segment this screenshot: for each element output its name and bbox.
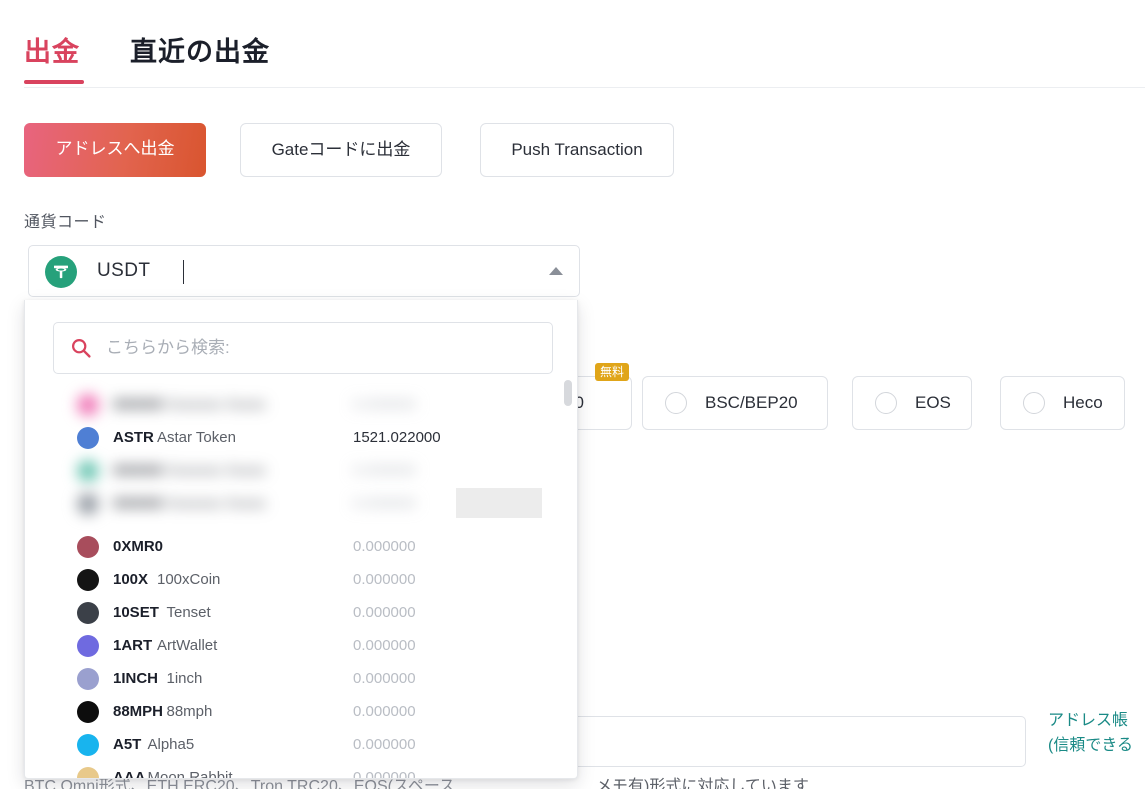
token-icon [77, 459, 99, 482]
address-book-link[interactable]: アドレス帳 (信頼できる [1048, 708, 1145, 758]
currency-list-item[interactable]: XXXXX Xxxxxxx Xxxxx 0.000000 [25, 454, 577, 487]
currency-search-input[interactable] [104, 323, 544, 373]
currency-balance: 0.000000 [353, 538, 416, 555]
search-icon [70, 337, 92, 364]
currency-name: ArtWallet [157, 637, 218, 654]
currency-name: 100xCoin [157, 571, 221, 588]
currency-symbol: 100X [113, 571, 149, 588]
withdraw-to-gatecode-button[interactable]: Gateコードに出金 [240, 123, 442, 177]
currency-symbol: 1INCH [113, 670, 159, 687]
active-tab-indicator [24, 80, 84, 84]
currency-select[interactable]: USDT [28, 245, 580, 297]
redaction-block [456, 488, 542, 518]
currency-list[interactable]: XXXXX Xxxxxxx Xxxxx 0.000000 ASTR Astar Toke… [25, 388, 577, 779]
currency-list-item[interactable]: A5T Alpha5 0.000000 [25, 728, 577, 761]
currency-symbol: XXXXX [113, 396, 164, 413]
currency-symbol: A5T [113, 736, 142, 753]
currency-symbol: XXXXX [113, 462, 164, 479]
network-option-partial[interactable]: 無料 20 [565, 363, 632, 430]
currency-list-item[interactable]: 1INCH 1inch 0.000000 [25, 662, 577, 695]
network-option-bsc-bep20-label: BSC/BEP20 [705, 393, 798, 412]
currency-balance: 0.000000 [353, 396, 416, 413]
address-book-link-line1: アドレス帳 [1048, 712, 1129, 729]
token-icon [77, 766, 99, 778]
currency-symbol: AAA [113, 769, 146, 779]
network-option-heco-label: Heco [1063, 393, 1103, 412]
free-badge: 無料 [595, 363, 630, 381]
currency-search-box[interactable] [53, 322, 553, 374]
currency-name: Moon Rabbit [147, 769, 233, 779]
tabbar-divider [24, 87, 1145, 88]
currency-list-item[interactable]: XXXXX Xxxxxxx Xxxxx 0.000000 [25, 388, 577, 421]
currency-list-item[interactable]: 1ART ArtWallet 0.000000 [25, 629, 577, 662]
token-icon [77, 601, 99, 624]
currency-name: Alpha5 [147, 736, 195, 753]
withdraw-page: 出金 直近の出金 アドレスへ出金 Gateコードに出金 Push Transac… [0, 0, 1145, 789]
withdraw-to-address-button[interactable]: アドレスへ出金 [24, 123, 206, 177]
currency-balance: 0.000000 [353, 736, 416, 753]
token-icon [77, 492, 99, 515]
tab-recent-withdrawals[interactable]: 直近の出金 [130, 30, 270, 74]
tab-withdraw[interactable]: 出金 [24, 30, 80, 74]
currency-symbol: 88MPH [113, 703, 164, 720]
currency-list-item[interactable]: 10SET Tenset 0.000000 [25, 596, 577, 629]
currency-name: Xxxxxxx Xxxxx [166, 396, 266, 413]
text-cursor [183, 260, 184, 284]
currency-symbol: ASTR [113, 429, 154, 446]
dropdown-scrollbar-thumb[interactable] [564, 380, 572, 406]
currency-balance: 0.000000 [353, 604, 416, 621]
network-option-eos[interactable]: EOS [852, 376, 972, 430]
network-option-eos-label: EOS [915, 393, 951, 412]
radio-icon [1023, 392, 1045, 414]
currency-symbol: 0XMR0 [113, 538, 164, 555]
network-option-heco[interactable]: Heco [1000, 376, 1125, 430]
currency-balance: 0.000000 [353, 703, 416, 720]
currency-list-item[interactable]: 100X 100xCoin 0.000000 [25, 563, 577, 596]
currency-name: Xxxxxxx Xxxxx [166, 495, 266, 512]
token-icon [77, 535, 99, 558]
network-option-bsc-bep20[interactable]: BSC/BEP20 [642, 376, 828, 430]
currency-name: Xxxxxxx Xxxxx [166, 462, 266, 479]
currency-balance: 0.000000 [353, 670, 416, 687]
currency-code-label: 通貨コード [24, 214, 107, 231]
radio-icon [875, 392, 897, 414]
token-icon [77, 393, 99, 416]
token-icon [77, 733, 99, 756]
currency-list-item[interactable]: 88MPH 88mph 0.000000 [25, 695, 577, 728]
currency-list-item[interactable]: ASTR Astar Token 1521.022000 [25, 421, 577, 454]
chevron-up-icon[interactable] [549, 267, 563, 275]
currency-balance: 0.000000 [353, 462, 416, 479]
token-icon [77, 426, 99, 449]
currency-symbol: 1ART [113, 637, 153, 654]
dropdown-scrollbar-track[interactable] [564, 380, 572, 775]
currency-name: 88mph [166, 703, 213, 720]
currency-balance: 0.000000 [353, 571, 416, 588]
address-format-hint-right: メモ有)形式に対応しています [596, 778, 809, 789]
token-icon [77, 634, 99, 657]
currency-dropdown-panel: XXXXXXxxxxxx Xxxxx0.000000ASTRAstar Toke… [24, 300, 578, 779]
currency-list-item[interactable]: 0XMR0 0.000000 [25, 530, 577, 563]
token-icon [77, 568, 99, 591]
address-input[interactable] [560, 716, 1026, 767]
currency-select-value: USDT [97, 260, 151, 281]
currency-symbol: XXXXX [113, 495, 164, 512]
token-icon [77, 700, 99, 723]
tether-icon [45, 256, 77, 288]
currency-name: Astar Token [157, 429, 236, 446]
currency-list-item[interactable]: AAA Moon Rabbit 0.000000 [25, 761, 577, 779]
tab-bar: 出金 直近の出金 [0, 0, 1145, 88]
push-transaction-button[interactable]: Push Transaction [480, 123, 674, 177]
token-icon [77, 667, 99, 690]
currency-balance: 0.000000 [353, 769, 416, 779]
currency-name: 1inch [166, 670, 203, 687]
address-book-link-line2: (信頼できる [1048, 737, 1134, 754]
radio-icon [665, 392, 687, 414]
currency-name: Tenset [166, 604, 211, 621]
currency-symbol: 10SET [113, 604, 159, 621]
currency-balance: 0.000000 [353, 637, 416, 654]
currency-balance: 1521.022000 [353, 429, 441, 446]
